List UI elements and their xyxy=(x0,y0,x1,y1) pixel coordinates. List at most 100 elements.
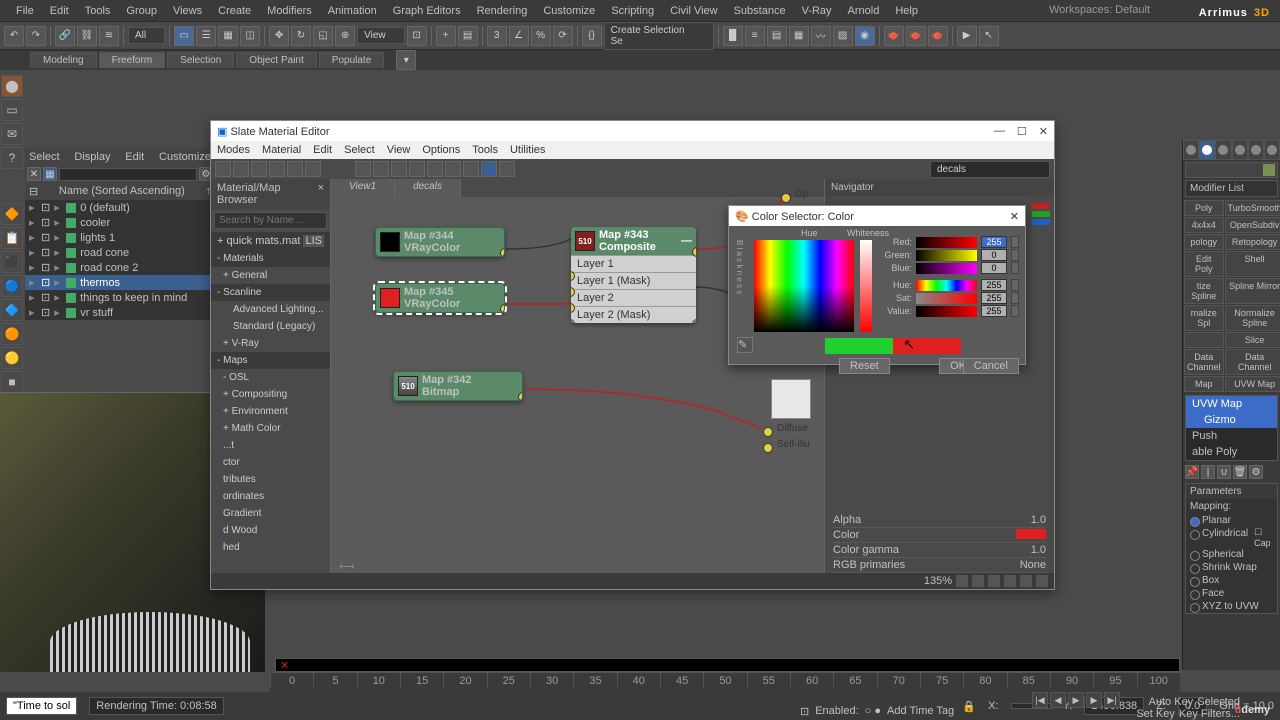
mt-10[interactable] xyxy=(409,161,425,177)
cursor-icon[interactable]: ↖ xyxy=(979,26,999,46)
stack-item[interactable]: Gizmo xyxy=(1186,412,1277,428)
tab-modeling[interactable]: Modeling xyxy=(30,52,97,68)
vbar-icon-8[interactable]: 🔵 xyxy=(1,275,23,297)
menu-tools[interactable]: Tools xyxy=(77,3,119,19)
cp-create-icon[interactable] xyxy=(1183,140,1199,160)
material-editor-icon[interactable]: ◉ xyxy=(855,26,875,46)
se-select[interactable]: Select xyxy=(29,151,60,163)
port-out-343[interactable] xyxy=(692,247,696,257)
window-crossing-icon[interactable]: ◫ xyxy=(240,26,260,46)
track-bar[interactable]: ✕ xyxy=(275,658,1180,672)
mt-7[interactable] xyxy=(355,161,371,177)
browser-group[interactable]: + V-Ray xyxy=(211,335,330,352)
se-filter-icon[interactable]: ✕ xyxy=(27,167,41,181)
ms-2[interactable] xyxy=(972,575,984,587)
angle-snap-icon[interactable]: ∠ xyxy=(509,26,529,46)
color-close-icon[interactable]: ✕ xyxy=(1010,210,1019,223)
menu-views[interactable]: Views xyxy=(165,3,210,19)
key-filters-button[interactable]: Key Filters... xyxy=(1179,708,1240,720)
rgb-slider[interactable] xyxy=(916,293,977,304)
mapping-option[interactable]: Spherical xyxy=(1186,548,1277,561)
rgb-spinner[interactable] xyxy=(1011,292,1019,304)
slot-layer1mask[interactable]: Layer 1 (Mask) xyxy=(571,272,696,289)
unlink-icon[interactable]: ⛓ xyxy=(77,26,97,46)
menu-scripting[interactable]: Scripting xyxy=(603,3,662,19)
menu-rendering[interactable]: Rendering xyxy=(469,3,536,19)
vbar-icon-5[interactable]: 🔶 xyxy=(1,203,23,225)
modifier-button[interactable]: Shell xyxy=(1225,251,1280,277)
browser-group[interactable]: d Wood xyxy=(211,522,330,539)
rgb-value[interactable]: 255 xyxy=(981,279,1007,291)
show-end-icon[interactable]: | xyxy=(1201,465,1215,479)
mapping-option[interactable]: Planar xyxy=(1186,514,1277,527)
workspace-selector[interactable]: Workspaces: Default xyxy=(1049,4,1150,16)
render-setup-icon[interactable]: 🫖 xyxy=(884,26,904,46)
mat-m-modes[interactable]: Modes xyxy=(217,144,250,156)
object-name-field[interactable] xyxy=(1185,162,1278,178)
cp-display-icon[interactable] xyxy=(1248,140,1264,160)
port-out-342[interactable] xyxy=(518,392,523,401)
menu-modifiers[interactable]: Modifiers xyxy=(259,3,320,19)
mat-m-select[interactable]: Select xyxy=(344,144,375,156)
browser-group[interactable]: tributes xyxy=(211,471,330,488)
vbar-icon-7[interactable]: ⬛ xyxy=(1,251,23,273)
browser-group[interactable]: + Compositing xyxy=(211,386,330,403)
placement-icon[interactable]: ⊕ xyxy=(335,26,355,46)
browser-group[interactable]: + Math Color xyxy=(211,420,330,437)
tab-populate[interactable]: Populate xyxy=(319,52,384,68)
stack-item[interactable]: able Poly xyxy=(1186,444,1277,460)
rgb-value[interactable]: 255 xyxy=(981,305,1007,317)
next-frame-icon[interactable]: ▶ xyxy=(1086,692,1102,708)
browser-search-input[interactable] xyxy=(214,212,327,229)
prop-row[interactable]: RGB primariesNone xyxy=(833,558,1046,573)
node-map345[interactable]: Map #345VRayColor xyxy=(375,283,505,313)
vbar-icon-2[interactable]: ▭ xyxy=(1,99,23,121)
nav-red[interactable] xyxy=(1032,203,1050,209)
mt-11[interactable] xyxy=(427,161,443,177)
menu-substance[interactable]: Substance xyxy=(726,3,794,19)
schematic-icon[interactable]: ▨ xyxy=(833,26,853,46)
rgb-slider[interactable] xyxy=(916,263,977,274)
stack-item[interactable]: UVW Map xyxy=(1186,396,1277,412)
cp-utilities-icon[interactable] xyxy=(1264,140,1280,160)
menu-group[interactable]: Group xyxy=(118,3,165,19)
reset-button[interactable]: Reset xyxy=(839,358,890,374)
mapping-option[interactable]: Shrink Wrap xyxy=(1186,561,1277,574)
render-icon[interactable]: 🫖 xyxy=(928,26,948,46)
vbar-icon-4[interactable]: ? xyxy=(1,147,23,169)
scene-item[interactable]: ▸⊡▸road cone 2 xyxy=(25,260,215,275)
scene-item[interactable]: ▸⊡▸road cone xyxy=(25,245,215,260)
menu-vray[interactable]: V-Ray xyxy=(794,3,840,19)
select-object-icon[interactable]: ▭ xyxy=(174,26,194,46)
modifier-button[interactable]: UVW Map xyxy=(1225,376,1280,392)
rgb-spinner[interactable] xyxy=(1011,262,1019,274)
max-icon[interactable]: ☐ xyxy=(1017,125,1027,138)
pin-stack-icon[interactable]: 📌 xyxy=(1185,465,1199,479)
scene-item[interactable]: ▸⊡▸cooler xyxy=(25,215,215,230)
modifier-stack[interactable]: UVW MapGizmoPushable Poly xyxy=(1185,395,1278,461)
prop-row[interactable]: Alpha1.0 xyxy=(833,513,1046,528)
modifier-button[interactable]: malize Spl xyxy=(1184,305,1224,331)
port-out-345[interactable] xyxy=(500,304,505,313)
scale-icon[interactable]: ◱ xyxy=(313,26,333,46)
mapping-option[interactable]: Box xyxy=(1186,574,1277,587)
toggle-ribbon-icon[interactable]: ▦ xyxy=(789,26,809,46)
browser-group[interactable]: + Environment xyxy=(211,403,330,420)
keyboard-icon[interactable]: ▤ xyxy=(458,26,478,46)
modifier-button[interactable]: TurboSmooth xyxy=(1225,200,1280,216)
modifier-list-drop[interactable]: Modifier List xyxy=(1185,180,1278,197)
mat-m-utilities[interactable]: Utilities xyxy=(510,144,545,156)
select-name-icon[interactable]: ☰ xyxy=(196,26,216,46)
modifier-button[interactable]: Edit Poly xyxy=(1184,251,1224,277)
add-time-tag[interactable]: Add Time Tag xyxy=(887,705,954,717)
spinner-snap-icon[interactable]: ⟳ xyxy=(553,26,573,46)
rgb-spinner[interactable] xyxy=(1011,305,1019,317)
render-frame-icon[interactable]: 🫖 xyxy=(906,26,926,46)
mat-m-options[interactable]: Options xyxy=(422,144,460,156)
se-customize[interactable]: Customize xyxy=(159,151,211,163)
rgb-value[interactable]: 0 xyxy=(981,262,1007,274)
rgb-slider[interactable] xyxy=(916,237,977,248)
rgb-slider[interactable] xyxy=(916,250,977,261)
selection-set-drop[interactable]: Create Selection Se xyxy=(604,22,714,50)
menu-animation[interactable]: Animation xyxy=(320,3,385,19)
